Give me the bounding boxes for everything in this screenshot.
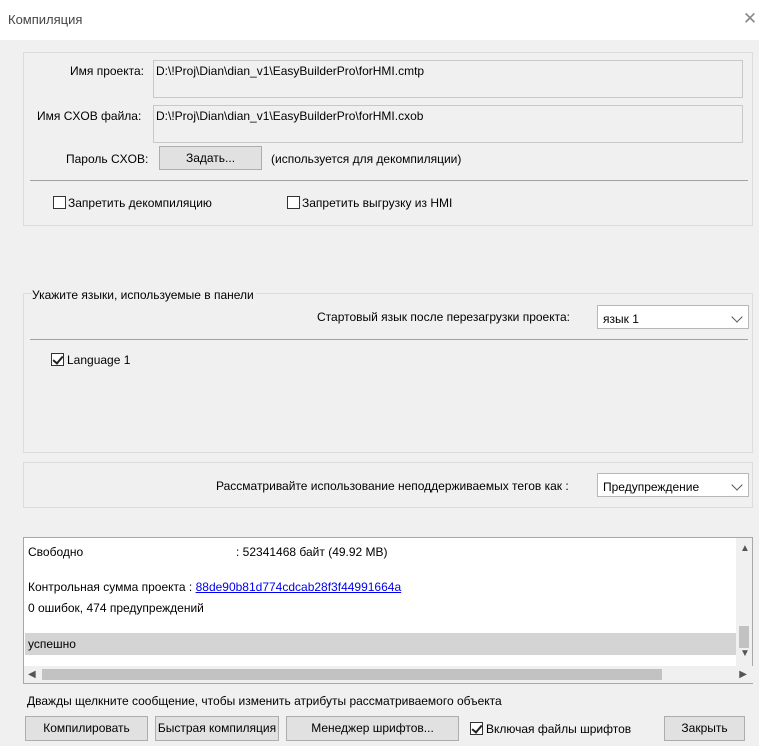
unsupported-tags-value: Предупреждение xyxy=(603,480,700,494)
log-vertical-scrollbar[interactable]: ▲ ▼ xyxy=(736,538,752,667)
horizontal-scroll-thumb[interactable] xyxy=(42,669,662,680)
scroll-up-icon[interactable]: ▲ xyxy=(740,543,750,554)
startup-language-select[interactable]: язык 1 xyxy=(597,305,749,329)
project-group: Имя проекта: D:\!Proj\Dian\dian_v1\EasyB… xyxy=(23,52,753,226)
cxob-password-label: Пароль CXOB: xyxy=(66,152,149,166)
include-fonts-label[interactable]: Включая файлы шрифтов xyxy=(486,722,631,736)
font-manager-button[interactable]: Менеджер шрифтов... xyxy=(286,716,459,741)
close-button[interactable]: Закрыть xyxy=(664,716,745,741)
startup-language-label: Стартовый язык после перезагрузки проект… xyxy=(317,310,570,324)
chevron-down-icon xyxy=(731,311,743,323)
forbid-decompile-checkbox[interactable] xyxy=(53,196,66,209)
language-1-label[interactable]: Language 1 xyxy=(67,353,130,367)
languages-group: язык 1 Стартовый язык после перезагрузки… xyxy=(23,293,753,453)
forbid-decompile-label[interactable]: Запретить декомпиляцию xyxy=(68,196,212,210)
chevron-down-icon xyxy=(731,479,743,491)
forbid-upload-checkbox[interactable] xyxy=(287,196,300,209)
include-fonts-checkbox[interactable] xyxy=(470,722,483,735)
hint-text: Дважды щелкните сообщение, чтобы изменит… xyxy=(27,694,502,708)
languages-group-title: Укажите языки, используемые в панели xyxy=(32,288,256,302)
project-name-field: D:\!Proj\Dian\dian_v1\EasyBuilderPro\for… xyxy=(153,60,743,98)
project-name-label: Имя проекта: xyxy=(70,64,144,78)
scroll-thumb[interactable] xyxy=(739,626,749,648)
language-1-checkbox[interactable] xyxy=(51,353,64,366)
free-memory-label: Свободно xyxy=(28,545,84,559)
compile-button[interactable]: Компилировать xyxy=(25,716,148,741)
scroll-right-icon[interactable]: ▶ xyxy=(739,669,747,680)
set-password-button[interactable]: Задать... xyxy=(159,146,262,170)
cxob-file-field: D:\!Proj\Dian\dian_v1\EasyBuilderPro\for… xyxy=(153,105,743,143)
selected-log-row[interactable] xyxy=(25,633,739,655)
close-icon[interactable]: ✕ xyxy=(741,10,759,28)
forbid-upload-label[interactable]: Запретить выгрузку из HMI xyxy=(302,196,452,210)
unsupported-tags-label: Рассматривайте использование неподдержив… xyxy=(216,479,569,493)
compile-status: успешно xyxy=(28,637,76,651)
languages-divider xyxy=(30,339,748,340)
startup-language-value: язык 1 xyxy=(603,312,639,326)
cxob-file-value: D:\!Proj\Dian\dian_v1\EasyBuilderPro\for… xyxy=(156,109,424,123)
scroll-left-icon[interactable]: ◀ xyxy=(28,669,36,680)
log-horizontal-scrollbar[interactable]: ◀ ▶ xyxy=(24,666,753,683)
title-bar: Компиляция ✕ xyxy=(0,0,759,40)
checksum-line: Контрольная сумма проекта : 88de90b81d77… xyxy=(28,580,401,594)
window-title: Компиляция xyxy=(8,12,83,27)
tags-group: Рассматривайте использование неподдержив… xyxy=(23,462,753,508)
checksum-label: Контрольная сумма проекта : xyxy=(28,580,193,594)
quick-compile-button[interactable]: Быстрая компиляция xyxy=(155,716,279,741)
checksum-link[interactable]: 88de90b81d774cdcab28f3f44991664a xyxy=(196,580,402,594)
scroll-down-icon[interactable]: ▼ xyxy=(740,648,750,659)
password-note: (используется для декомпиляции) xyxy=(271,152,462,166)
errors-summary: 0 ошибок, 474 предупреждений xyxy=(28,601,204,615)
unsupported-tags-select[interactable]: Предупреждение xyxy=(597,473,749,497)
cxob-file-label: Имя CXOB файла: xyxy=(37,109,142,123)
project-divider xyxy=(30,180,748,181)
compile-log[interactable]: Свободно : 52341468 байт (49.92 MB) Конт… xyxy=(23,537,753,684)
free-memory-value: : 52341468 байт (49.92 MB) xyxy=(236,545,388,559)
project-name-value: D:\!Proj\Dian\dian_v1\EasyBuilderPro\for… xyxy=(156,64,425,78)
